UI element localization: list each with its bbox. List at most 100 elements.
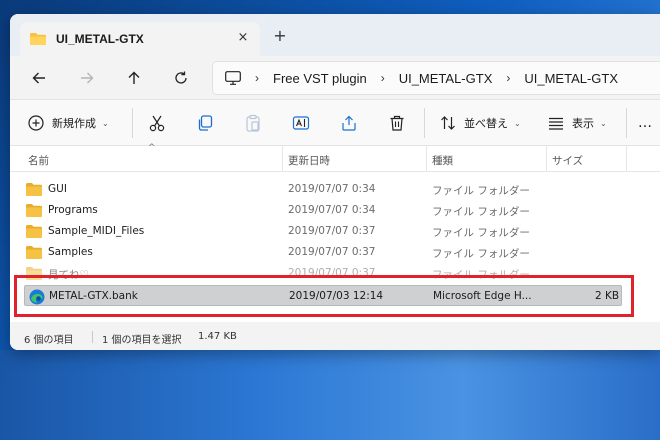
column-divider[interactable] [546,146,547,172]
selected-count: 1 個の項目を選択 [102,335,182,346]
file-date: 2019/07/03 12:14 [289,290,384,302]
toolbar-divider [132,108,133,138]
address-bar[interactable]: › Free VST plugin › UI_METAL-GTX › UI_ME… [212,61,660,95]
breadcrumb-separator: › [380,71,385,85]
file-size: 2 KB [595,290,620,302]
navigation-bar: › Free VST plugin › UI_METAL-GTX › UI_ME… [10,56,660,100]
column-divider[interactable] [282,146,283,172]
up-button[interactable] [123,67,145,89]
view-label: 表示 [572,117,594,130]
list-item[interactable]: 見てね♡ 2019/07/07 0:37 ファイル フォルダー [10,263,660,284]
list-item[interactable]: Programs 2019/07/07 0:34 ファイル フォルダー [10,200,660,221]
column-type[interactable]: 種類 [432,153,453,168]
refresh-button[interactable] [170,67,192,89]
chevron-down-icon: ⌄ [600,118,607,128]
cut-button[interactable] [148,112,166,134]
file-explorer-window: UI_METAL-GTX × + › Free VST plugin › UI_… [10,14,660,350]
folder-icon [26,225,42,238]
column-size[interactable]: サイズ [552,153,583,168]
list-item[interactable]: GUI 2019/07/07 0:34 ファイル フォルダー [10,179,660,200]
desktop-wallpaper [0,350,660,440]
toolbar-divider [424,108,425,138]
view-list-icon [549,117,563,130]
add-tab-button[interactable]: + [272,28,288,44]
file-name: GUI [48,183,67,195]
share-button[interactable] [340,112,358,134]
column-divider[interactable] [426,146,427,172]
tab-bar: UI_METAL-GTX × + [10,14,660,56]
copy-icon [198,115,213,131]
file-type: ファイル フォルダー [432,269,530,281]
file-name: Samples [48,246,93,258]
share-icon [342,115,356,131]
folder-icon [26,183,42,196]
file-date: 2019/07/07 0:34 [288,204,376,216]
delete-button[interactable] [388,112,406,134]
folder-icon [26,204,42,217]
file-name: METAL-GTX.bank [49,290,138,302]
chevron-down-icon: ⌄ [514,118,521,128]
plus-circle-icon [28,115,44,131]
refresh-icon [175,71,187,84]
view-button[interactable]: 表示 ⌄ [548,112,607,134]
status-divider [92,331,93,343]
status-bar: 6 個の項目 1 個の項目を選択 1.47 KB [10,322,660,350]
sort-button[interactable]: 並べ替え ⌄ [440,112,521,134]
folder-icon [30,33,46,45]
folder-icon [26,267,42,280]
file-date: 2019/07/07 0:34 [288,183,376,195]
scissors-icon [149,115,165,132]
clipboard-icon [246,114,260,132]
toolbar-divider [626,108,627,138]
sort-indicator-icon: ^ [148,143,156,153]
file-type: Microsoft Edge H... [433,290,532,302]
new-label: 新規作成 [52,117,96,130]
file-name: 見てね♡ [48,269,89,281]
file-list: ^ 名前 更新日時 種類 サイズ GUI 2019/07/07 0:34 ファイ… [10,143,660,322]
column-divider[interactable] [626,146,627,172]
back-button[interactable] [28,67,50,89]
tab-title: UI_METAL-GTX [56,32,144,46]
file-name: Sample_MIDI_Files [48,225,145,237]
chevron-down-icon: ⌄ [102,118,109,128]
rename-button[interactable] [292,112,310,134]
selected-size: 1.47 KB [198,331,237,342]
more-options-button[interactable]: … [638,112,652,134]
edge-icon [29,289,45,305]
breadcrumb-ui-metal-gtx-2[interactable]: UI_METAL-GTX [524,71,618,86]
file-type: ファイル フォルダー [432,206,530,218]
item-count: 6 個の項目 [24,335,74,346]
arrow-up-icon [128,71,140,84]
file-type: ファイル フォルダー [432,248,530,260]
list-item[interactable]: Samples 2019/07/07 0:37 ファイル フォルダー [10,242,660,263]
new-button[interactable]: 新規作成 ⌄ [28,112,109,134]
file-type: ファイル フォルダー [432,185,530,197]
tab-ui-metal-gtx[interactable]: UI_METAL-GTX × [20,22,260,56]
paste-button[interactable] [244,112,262,134]
forward-button[interactable] [76,67,98,89]
file-type: ファイル フォルダー [432,227,530,239]
folder-icon [26,246,42,259]
column-header-row: ^ 名前 更新日時 種類 サイズ [10,143,660,172]
column-name[interactable]: 名前 [28,153,49,168]
breadcrumb-separator: › [255,71,259,85]
copy-button[interactable] [196,112,214,134]
close-icon[interactable]: × [236,31,250,45]
trash-icon [390,115,404,131]
breadcrumb-separator: › [506,71,511,85]
list-item-selected[interactable]: METAL-GTX.bank 2019/07/03 12:14 Microsof… [24,285,622,306]
command-bar: 新規作成 ⌄ 並べ替え ⌄ 表示 ⌄ … [10,100,660,146]
monitor-icon [225,71,241,85]
arrow-left-icon [32,72,45,84]
file-name: Programs [48,204,98,216]
file-date: 2019/07/07 0:37 [288,225,376,237]
file-date: 2019/07/07 0:37 [288,267,376,279]
breadcrumb-free-vst-plugin[interactable]: Free VST plugin [273,71,367,86]
breadcrumb-ui-metal-gtx-1[interactable]: UI_METAL-GTX [399,71,493,86]
column-date[interactable]: 更新日時 [288,153,330,168]
sort-label: 並べ替え [464,117,508,130]
list-item[interactable]: Sample_MIDI_Files 2019/07/07 0:37 ファイル フ… [10,221,660,242]
sort-arrows-icon [441,116,455,130]
file-date: 2019/07/07 0:37 [288,246,376,258]
more-icon: … [638,115,652,131]
